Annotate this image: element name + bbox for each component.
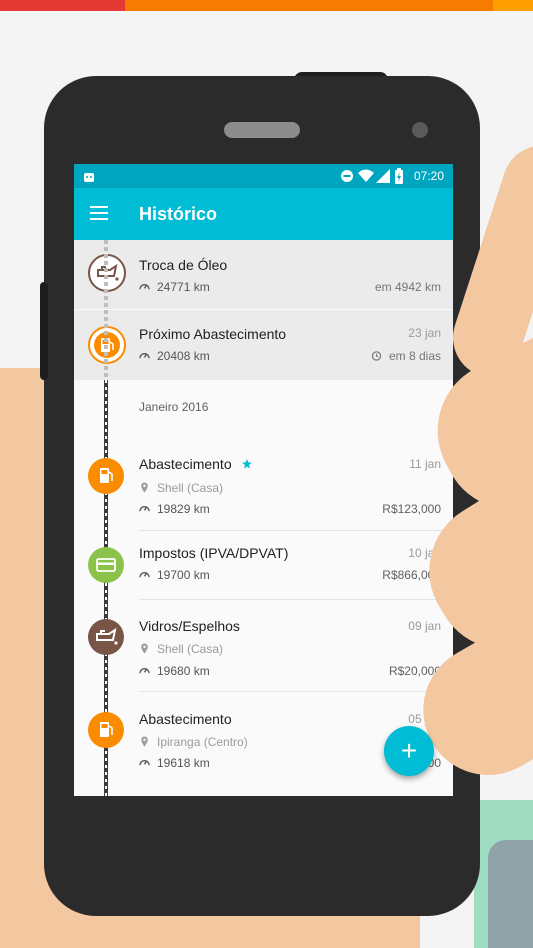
speedometer-icon (139, 284, 150, 290)
item-title: Vidros/Espelhos (139, 618, 240, 634)
item-title: Troca de Óleo (139, 257, 228, 273)
list-item-upcoming-oil[interactable]: Troca de Óleo 24771 km em 4942 km (74, 240, 453, 309)
add-entry-fab[interactable]: + (384, 726, 434, 776)
phone-camera (412, 122, 428, 138)
list-item-entry[interactable]: Abastecimento 11 jan Shell (Casa) 19829 … (74, 444, 453, 531)
item-place: Ipiranga (Centro) (139, 735, 248, 749)
speedometer-icon (139, 353, 150, 359)
hamburger-menu-icon[interactable] (90, 206, 108, 220)
speedometer-icon (139, 506, 150, 512)
page-title: Histórico (139, 204, 218, 224)
item-amount: R$123,000 (382, 502, 441, 516)
location-pin-icon (141, 482, 148, 493)
month-header: Janeiro 2016 (139, 400, 209, 414)
status-time: 07:20 (414, 169, 445, 183)
star-badge-icon (241, 459, 252, 469)
app-screen: 07:20 Histórico Troca de Óleo 24771 km e… (74, 164, 453, 796)
item-odometer: 20408 km (139, 349, 210, 363)
fuel-pump-icon (88, 458, 124, 494)
item-due: em 4942 km (374, 280, 441, 294)
alarm-clock-icon (371, 351, 382, 361)
list-item-entry[interactable]: Impostos (IPVA/DPVAT) 10 jan 19700 km R$… (74, 535, 453, 600)
dnd-icon (341, 170, 353, 182)
phone-speaker (224, 122, 300, 138)
item-odometer: 19829 km (139, 502, 210, 516)
history-timeline: Troca de Óleo 24771 km em 4942 km Próxim… (74, 240, 453, 796)
speedometer-icon (139, 760, 150, 766)
item-title: Próximo Abastecimento (139, 326, 287, 342)
wifi-icon (358, 169, 374, 182)
location-pin-icon (141, 643, 148, 654)
top-stripe-orange (125, 0, 493, 11)
list-item-upcoming-fuel[interactable]: Próximo Abastecimento 23 jan 20408 km em… (74, 310, 453, 380)
row-divider (139, 599, 453, 600)
item-date: 11 jan (409, 457, 441, 471)
status-bar: 07:20 (74, 164, 453, 188)
item-odometer: 19618 km (139, 756, 210, 770)
item-due: em 8 dias (371, 349, 441, 363)
signal-icon (376, 169, 390, 183)
speedometer-icon (139, 668, 150, 674)
item-title: Abastecimento (139, 711, 232, 727)
timeline-track-upcoming (104, 240, 108, 380)
credit-card-icon (88, 547, 124, 583)
item-place: Shell (Casa) (139, 481, 223, 495)
oil-can-icon (88, 619, 124, 655)
list-item-entry[interactable]: Vidros/Espelhos 09 jan Shell (Casa) 1968… (74, 605, 453, 692)
item-date: 23 jan (408, 326, 441, 340)
decor-tile-grey (488, 840, 533, 948)
top-stripe-red (0, 0, 125, 11)
item-title: Impostos (IPVA/DPVAT) (139, 545, 289, 561)
fuel-pump-icon (88, 712, 124, 748)
battery-icon (395, 168, 403, 184)
row-divider (139, 530, 453, 531)
phone-volume-button (40, 282, 48, 380)
item-odometer: 24771 km (139, 280, 210, 294)
item-date: 09 jan (408, 619, 441, 633)
item-title: Abastecimento (139, 456, 252, 472)
app-bar: Histórico (74, 188, 453, 240)
location-pin-icon (141, 736, 148, 747)
android-icon (84, 173, 94, 182)
item-odometer: 19680 km (139, 664, 210, 678)
row-divider (139, 691, 453, 692)
top-stripe-amber (493, 0, 533, 11)
speedometer-icon (139, 572, 150, 578)
item-odometer: 19700 km (139, 568, 210, 582)
item-place: Shell (Casa) (139, 642, 223, 656)
